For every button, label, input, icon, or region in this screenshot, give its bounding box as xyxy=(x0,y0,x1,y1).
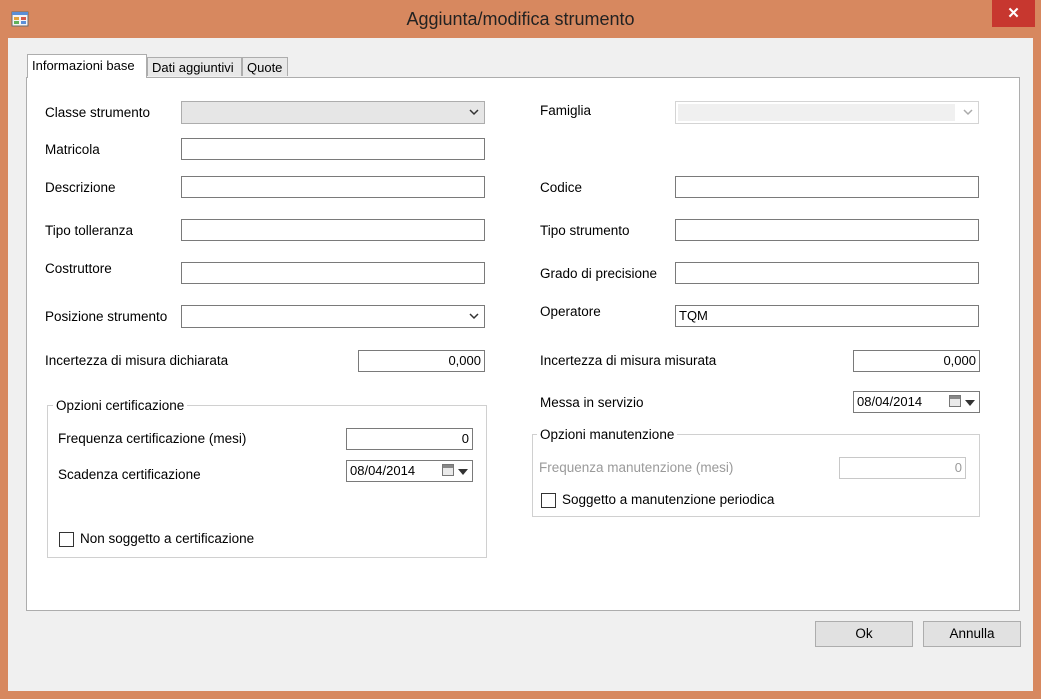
calendar-icon xyxy=(442,464,454,476)
certificazione-group-title: Opzioni certificazione xyxy=(53,398,188,413)
scadenza-certificazione-value: 08/04/2014 xyxy=(350,463,416,478)
dropdown-arrow-icon xyxy=(965,400,975,406)
non-soggetto-certificazione-checkbox[interactable] xyxy=(59,532,74,547)
incertezza-dichiarata-input[interactable]: 0,000 xyxy=(358,350,485,372)
messa-in-servizio-value: 08/04/2014 xyxy=(857,394,923,409)
frequenza-certificazione-label: Frequenza certificazione (mesi) xyxy=(58,431,247,446)
non-soggetto-certificazione-label: Non soggetto a certificazione xyxy=(80,531,255,546)
descrizione-input[interactable] xyxy=(181,176,485,198)
manutenzione-group-title: Opzioni manutenzione xyxy=(537,427,678,442)
operatore-label: Operatore xyxy=(540,304,601,319)
messa-in-servizio-label: Messa in servizio xyxy=(540,395,644,410)
soggetto-manutenzione-label: Soggetto a manutenzione periodica xyxy=(562,492,775,507)
matricola-input[interactable] xyxy=(181,138,485,160)
dialog-window: Aggiunta/modifica strumento ✕ Informazio… xyxy=(0,0,1041,699)
operatore-input[interactable]: TQM xyxy=(675,305,979,327)
tipo-tolleranza-label: Tipo tolleranza xyxy=(45,223,134,238)
costruttore-label: Costruttore xyxy=(45,261,112,276)
codice-label: Codice xyxy=(540,180,583,195)
codice-input[interactable] xyxy=(675,176,979,198)
tipo-tolleranza-input[interactable] xyxy=(181,219,485,241)
frequenza-manutenzione-input[interactable]: 0 xyxy=(839,457,966,479)
scadenza-certificazione-label: Scadenza certificazione xyxy=(58,467,201,482)
posizione-strumento-label: Posizione strumento xyxy=(45,309,168,324)
ok-button[interactable]: Ok xyxy=(815,621,913,647)
soggetto-manutenzione-checkbox[interactable] xyxy=(541,493,556,508)
grado-precisione-label: Grado di precisione xyxy=(540,266,658,281)
scadenza-certificazione-datepicker[interactable]: 08/04/2014 xyxy=(346,460,473,482)
chevron-down-icon xyxy=(469,313,479,320)
grado-precisione-input[interactable] xyxy=(675,262,979,284)
frequenza-certificazione-input[interactable]: 0 xyxy=(346,428,473,450)
calendar-icon xyxy=(949,395,961,407)
posizione-strumento-combo[interactable] xyxy=(181,305,485,328)
tipo-strumento-label: Tipo strumento xyxy=(540,223,630,238)
incertezza-misurata-input[interactable]: 0,000 xyxy=(853,350,980,372)
costruttore-input[interactable] xyxy=(181,262,485,284)
tab-informazioni-base[interactable]: Informazioni base xyxy=(27,54,147,78)
chevron-down-icon xyxy=(469,109,479,116)
dropdown-arrow-icon xyxy=(458,469,468,475)
incertezza-misurata-label: Incertezza di misura misurata xyxy=(540,353,717,368)
classe-strumento-combo[interactable] xyxy=(181,101,485,124)
chevron-down-icon xyxy=(963,109,973,116)
classe-strumento-label: Classe strumento xyxy=(45,105,151,120)
matricola-label: Matricola xyxy=(45,142,100,157)
incertezza-dichiarata-label: Incertezza di misura dichiarata xyxy=(45,353,229,368)
tab-dati-aggiuntivi[interactable]: Dati aggiuntivi xyxy=(147,57,242,76)
tipo-strumento-input[interactable] xyxy=(675,219,979,241)
close-icon: ✕ xyxy=(1007,5,1020,22)
messa-in-servizio-datepicker[interactable]: 08/04/2014 xyxy=(853,391,980,413)
frequenza-manutenzione-label: Frequenza manutenzione (mesi) xyxy=(539,460,734,475)
famiglia-label: Famiglia xyxy=(540,103,592,118)
descrizione-label: Descrizione xyxy=(45,180,116,195)
famiglia-combo-value xyxy=(678,104,955,121)
title-bar[interactable]: Aggiunta/modifica strumento ✕ xyxy=(0,0,1041,38)
dialog-client-area: Informazioni base Dati aggiuntivi Quote … xyxy=(8,38,1033,691)
tab-quote[interactable]: Quote xyxy=(242,57,288,76)
famiglia-combo[interactable] xyxy=(675,101,979,124)
annulla-button[interactable]: Annulla xyxy=(923,621,1021,647)
tab-panel-informazioni-base: Classe strumento Matricola Descrizione T… xyxy=(26,77,1020,611)
window-title: Aggiunta/modifica strumento xyxy=(406,9,635,29)
close-button[interactable]: ✕ xyxy=(992,0,1035,27)
